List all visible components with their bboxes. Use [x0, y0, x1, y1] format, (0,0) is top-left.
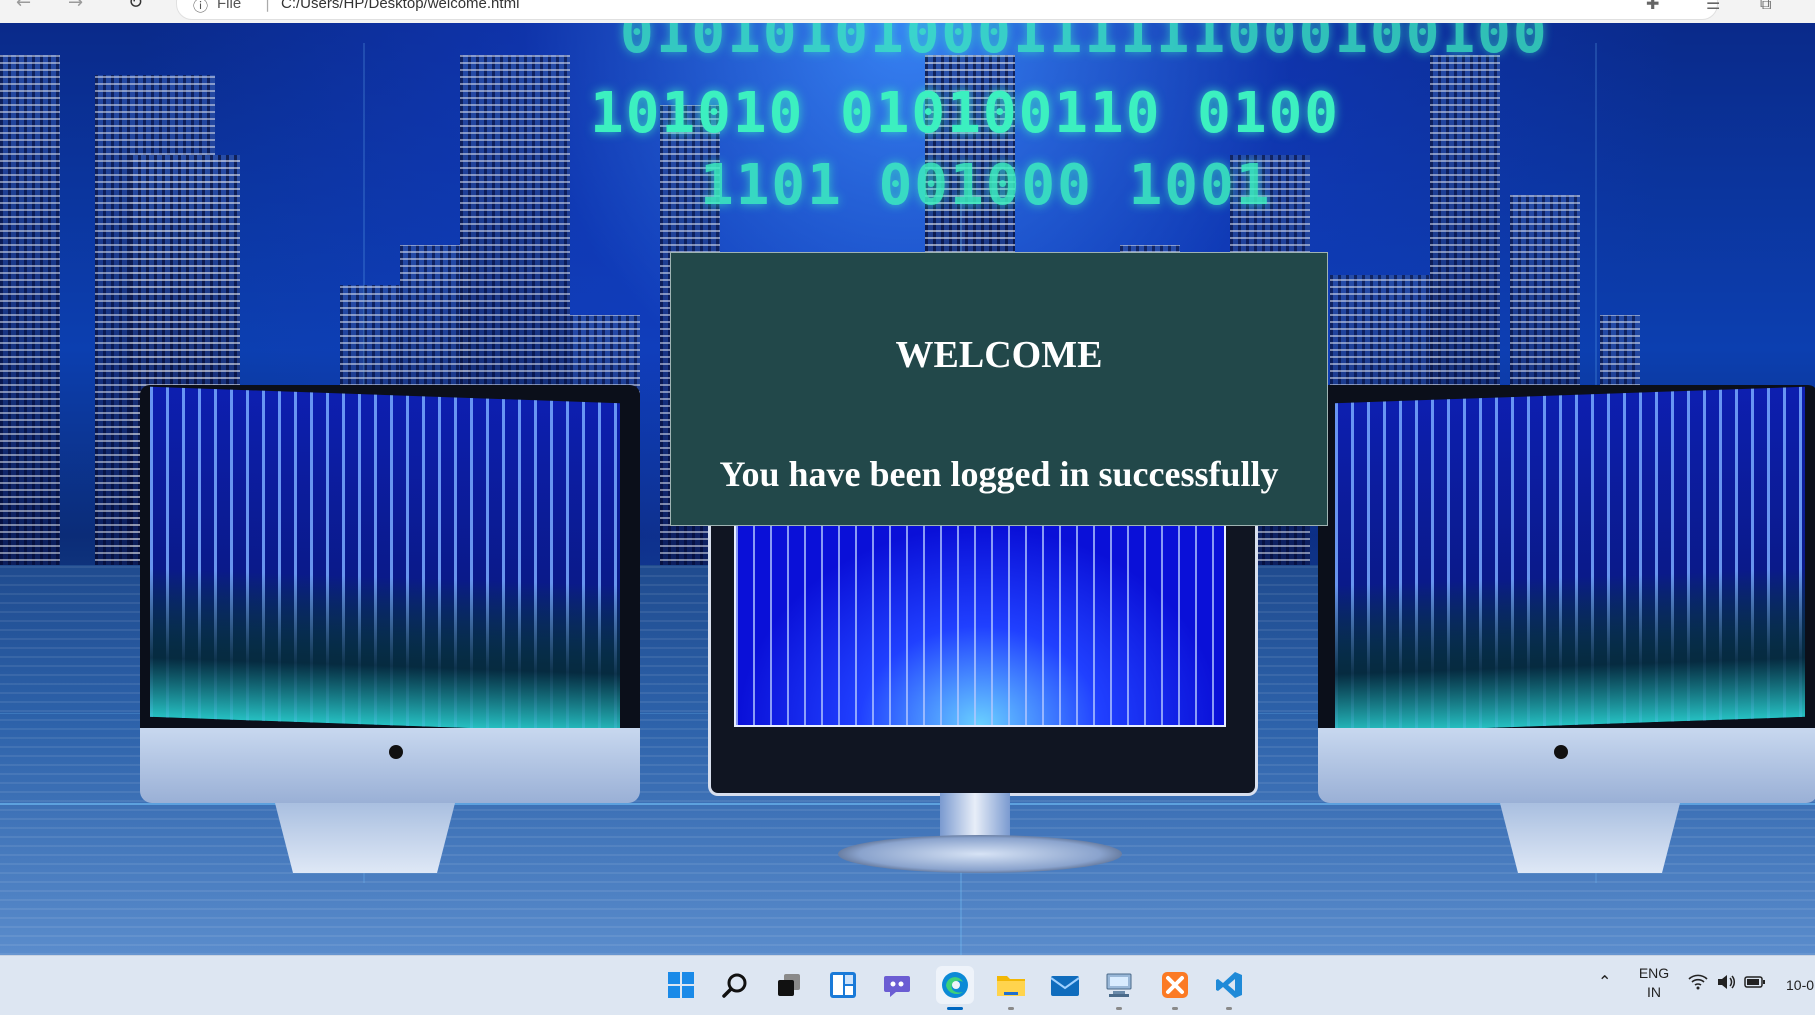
- running-indicator: [1116, 1007, 1122, 1010]
- refresh-icon[interactable]: ↻: [128, 0, 148, 13]
- show-hidden-icons-icon[interactable]: ⌃: [1598, 972, 1611, 991]
- task-view-icon[interactable]: [770, 966, 808, 1004]
- vscode-icon[interactable]: [1210, 966, 1248, 1010]
- address-separator: |: [265, 0, 271, 12]
- running-indicator: [1226, 1007, 1232, 1010]
- forward-icon[interactable]: →: [68, 0, 88, 13]
- address-bar[interactable]: ⓘ File | C:/Users/HP/Desktop/welcome.htm…: [176, 0, 1718, 20]
- file-explorer-icon[interactable]: [992, 966, 1030, 1010]
- active-indicator: [947, 1007, 963, 1010]
- xampp-icon[interactable]: [1156, 966, 1194, 1010]
- binary-row-1: 01010101000111111000100100: [620, 23, 1549, 66]
- start-icon[interactable]: [662, 966, 700, 1004]
- favorites-icon[interactable]: ☰: [1706, 0, 1720, 13]
- language-indicator[interactable]: ENG IN: [1636, 964, 1672, 1002]
- wifi-icon[interactable]: [1688, 974, 1708, 994]
- back-icon[interactable]: ←: [16, 0, 36, 13]
- clock-date[interactable]: 10-0: [1786, 976, 1815, 995]
- region-label: IN: [1647, 984, 1661, 1000]
- chat-icon[interactable]: [878, 966, 916, 1004]
- mail-icon[interactable]: [1046, 966, 1084, 1004]
- volume-icon[interactable]: [1716, 974, 1736, 994]
- binary-row-3: 1101 001000 1001: [700, 153, 1272, 218]
- edge-icon[interactable]: [936, 966, 974, 1010]
- welcome-message: You have been logged in successfully: [719, 454, 1279, 494]
- browser-toolbar: ← → ↻ ⓘ File | C:/Users/HP/Desktop/welco…: [0, 0, 1815, 24]
- welcome-title: WELCOME: [895, 334, 1103, 376]
- language-label: ENG: [1638, 965, 1670, 981]
- running-indicator: [1008, 1007, 1014, 1010]
- search-icon[interactable]: [716, 966, 754, 1004]
- collections-icon[interactable]: ⧉: [1760, 0, 1771, 14]
- address-url[interactable]: C:/Users/HP/Desktop/welcome.html: [281, 0, 519, 12]
- add-favorite-icon[interactable]: ✚: [1646, 0, 1659, 13]
- network-app-icon[interactable]: [1100, 966, 1138, 1010]
- welcome-panel: WELCOME You have been logged in successf…: [670, 252, 1328, 526]
- binary-row-2: 101010 010100110 0100: [590, 81, 1341, 146]
- battery-icon[interactable]: [1744, 974, 1766, 993]
- running-indicator: [1172, 1007, 1178, 1010]
- site-info-icon[interactable]: ⓘ: [193, 0, 208, 16]
- address-scheme-label: File: [217, 0, 242, 12]
- taskbar: ⌃ ENG IN 10-0: [0, 955, 1815, 1015]
- widgets-icon[interactable]: [824, 966, 862, 1004]
